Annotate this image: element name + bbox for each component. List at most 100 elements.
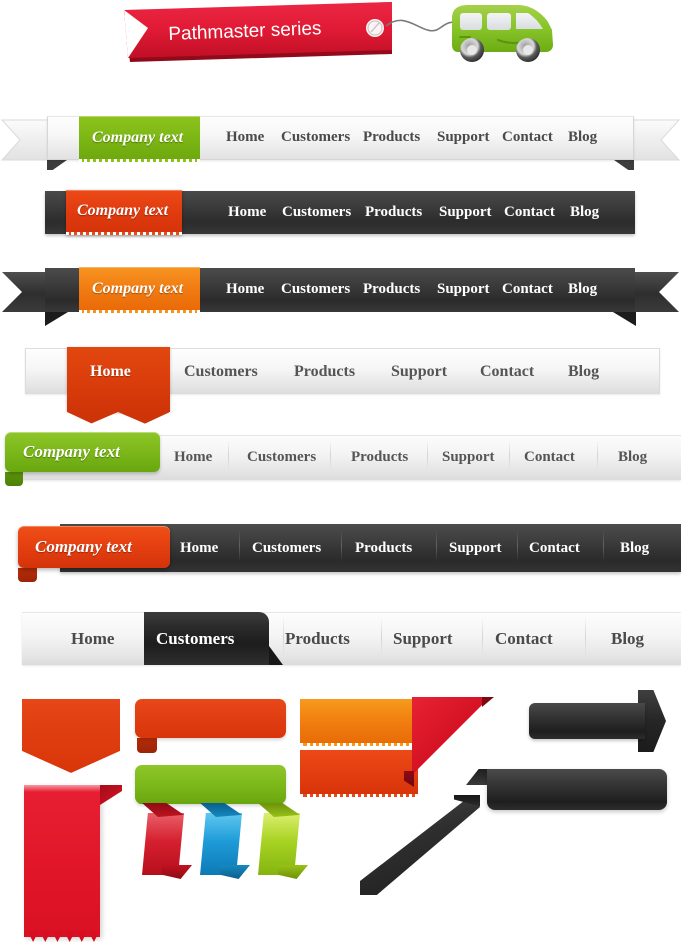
nav-item-home[interactable]: Home	[226, 281, 264, 298]
navbar-green-tab: Company text Home Customers Products Sup…	[0, 428, 681, 496]
nav-divider	[509, 440, 510, 470]
brand-label: Company text	[92, 280, 184, 297]
header-banner: Pathmaster series	[0, 0, 681, 92]
folded-banner-dark-fold	[466, 769, 489, 785]
nav-item-support[interactable]: Support	[437, 281, 490, 298]
nav-item-home-label: Home	[90, 363, 131, 380]
nav-item-customers[interactable]: Customers	[252, 540, 321, 557]
brand-block[interactable]: Company text	[66, 190, 182, 235]
nav-item-products[interactable]: Products	[363, 129, 420, 146]
perforated-stamp-red-shape[interactable]	[300, 750, 418, 797]
nav-item-contact[interactable]: Contact	[502, 281, 553, 298]
nav-divider	[228, 440, 229, 470]
nav-item-contact[interactable]: Contact	[495, 629, 553, 649]
brand-block[interactable]: Company text	[18, 526, 170, 568]
nav-item-support[interactable]: Support	[391, 363, 447, 381]
nav-item-products[interactable]: Products	[351, 449, 408, 466]
speech-bubble-red-tail	[137, 738, 157, 753]
folded-banner-dark-shape[interactable]	[487, 769, 667, 810]
arrow-banner-dark-shape[interactable]	[529, 703, 645, 739]
nav-divider	[239, 530, 240, 562]
nav-item-products[interactable]: Products	[365, 204, 422, 221]
ribbon-tail	[220, 865, 250, 879]
nav-item-customers-active[interactable]: Customers	[144, 612, 269, 665]
brand-block[interactable]: Company text	[5, 432, 160, 472]
navbar-dark-active-tab: Customers Home Products Support Contact …	[0, 606, 681, 676]
nav-divider	[517, 530, 518, 562]
corner-flag-red-shape[interactable]	[412, 697, 490, 775]
brand-label: Company text	[35, 537, 132, 556]
nav-item-support[interactable]: Support	[439, 204, 492, 221]
diagonal-ribbon-dark-shape[interactable]	[360, 795, 480, 895]
nav-item-support[interactable]: Support	[393, 629, 453, 649]
nav-item-customers[interactable]: Customers	[184, 363, 258, 381]
bookmark-ribbon-red-shape[interactable]	[22, 699, 120, 751]
nav-item-contact[interactable]: Contact	[504, 204, 555, 221]
nav-item-support[interactable]: Support	[442, 449, 495, 466]
nav-item-customers[interactable]: Customers	[281, 281, 350, 298]
navbar-dark-flat: Company text Home Customers Products Sup…	[0, 184, 681, 246]
folded-ribbon-blue-shape[interactable]	[200, 803, 250, 879]
nav-item-blog[interactable]: Blog	[618, 449, 647, 466]
zigzag-banner-highlight	[24, 785, 100, 792]
nav-item-products[interactable]: Products	[355, 540, 412, 557]
nav-item-products[interactable]: Products	[285, 629, 350, 649]
nav-item-products[interactable]: Products	[363, 281, 420, 298]
ribbon-tail	[278, 865, 308, 879]
nav-item-home[interactable]: Home	[228, 204, 266, 221]
nav-item-home[interactable]: Home	[226, 129, 264, 146]
navbar-surface	[22, 612, 681, 665]
nav-item-products[interactable]: Products	[294, 363, 355, 381]
nav-item-blog[interactable]: Blog	[568, 129, 597, 146]
nav-divider	[283, 616, 284, 656]
perforated-stamp-orange-shape[interactable]	[300, 699, 418, 746]
nav-item-blog[interactable]: Blog	[568, 281, 597, 298]
navbar-dark-red-tab: Company text Home Customers Products Sup…	[0, 518, 681, 586]
navbar-bookmark-tab: Home Customers Products Support Contact …	[0, 338, 681, 436]
nav-item-home-active[interactable]: Home	[67, 347, 170, 434]
brand-label: Company text	[92, 129, 184, 146]
folded-ribbon-green-shape[interactable]	[258, 803, 308, 879]
nav-item-blog[interactable]: Blog	[570, 204, 599, 221]
folded-ribbon-red-shape[interactable]	[142, 803, 192, 879]
nav-item-home[interactable]: Home	[180, 540, 218, 557]
navbar-dark-ribbon: Company text Home Customers Products Sup…	[0, 258, 681, 328]
brand-block[interactable]: Company text	[79, 267, 200, 313]
nav-item-contact[interactable]: Contact	[524, 449, 575, 466]
nav-item-contact[interactable]: Contact	[529, 540, 580, 557]
brand-block[interactable]: Company text	[79, 116, 200, 162]
speech-bubble-green-shape[interactable]	[135, 765, 286, 804]
brand-label: Company text	[23, 442, 120, 461]
zigzag-banner-red-shape[interactable]	[24, 785, 100, 937]
zigzag-banner-fold	[100, 785, 122, 805]
nav-item-customers[interactable]: Customers	[247, 449, 316, 466]
nav-item-contact[interactable]: Contact	[502, 129, 553, 146]
brand-label: Company text	[77, 202, 169, 219]
nav-divider	[436, 530, 437, 562]
nav-item-support[interactable]: Support	[449, 540, 502, 557]
banner-artwork	[124, 2, 553, 62]
nav-item-support[interactable]: Support	[437, 129, 490, 146]
nav-divider	[427, 440, 428, 470]
nav-divider	[482, 616, 483, 656]
nav-divider	[381, 616, 382, 656]
nav-item-blog[interactable]: Blog	[611, 629, 644, 649]
tab-fold	[18, 568, 37, 582]
navbar-light-ribbon: Company text Home Customers Products Sup…	[0, 108, 681, 170]
corner-flag-red-tip	[482, 697, 494, 707]
nav-item-blog[interactable]: Blog	[568, 363, 599, 381]
ribbon-shape-library	[0, 685, 681, 942]
nav-divider	[585, 616, 586, 656]
nav-item-customers[interactable]: Customers	[281, 129, 350, 146]
nav-divider	[330, 440, 331, 470]
nav-item-home[interactable]: Home	[71, 629, 114, 649]
nav-item-blog[interactable]: Blog	[620, 540, 649, 557]
speech-bubble-red-shape[interactable]	[135, 699, 286, 738]
nav-item-home[interactable]: Home	[174, 449, 212, 466]
ribbon-tail	[162, 865, 192, 879]
nav-item-contact[interactable]: Contact	[480, 363, 534, 381]
tab-fold	[5, 472, 23, 486]
diagonal-ribbon-body	[360, 795, 480, 895]
nav-divider	[597, 440, 598, 470]
nav-item-customers[interactable]: Customers	[282, 204, 351, 221]
